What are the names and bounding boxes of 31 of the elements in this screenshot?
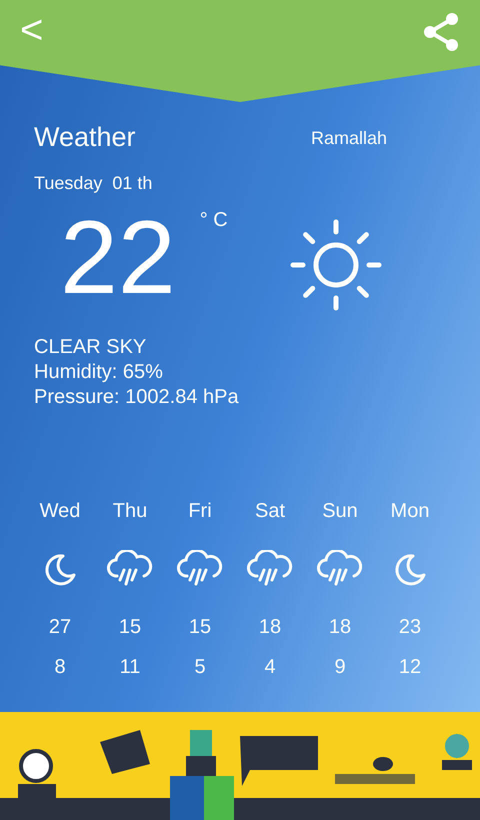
high-temperature: 18: [258, 614, 282, 640]
share-icon[interactable]: [422, 12, 460, 52]
low-temperature: 9: [334, 654, 346, 680]
low-temperature: 11: [120, 654, 140, 680]
day-label: Wed: [40, 498, 80, 524]
condition-text: CLEAR SKY: [34, 334, 146, 360]
unit-label: ° C: [200, 208, 228, 232]
city-name: Ramallah: [311, 127, 388, 150]
pressure-text: Pressure: 1002.84 hPa: [34, 384, 239, 410]
low-temperature: 5: [194, 654, 206, 680]
sun-icon: [290, 218, 382, 310]
low-temperature: 8: [54, 654, 66, 680]
weather-title: Weather: [34, 121, 137, 154]
humidity-text: Humidity: 65%: [34, 360, 163, 384]
high-temperature: 27: [48, 614, 72, 640]
high-temperature: 15: [188, 614, 212, 640]
day-label: Sun: [322, 498, 358, 524]
low-temperature: 4: [264, 654, 276, 680]
date-text: Tuesday 01 th: [34, 172, 152, 195]
day-label: Mon: [390, 498, 430, 524]
high-temperature: 18: [328, 614, 352, 640]
high-temperature: 23: [398, 614, 422, 640]
low-temperature: 12: [398, 654, 422, 680]
back-button[interactable]: <: [20, 10, 44, 50]
temperature-value: 22: [60, 202, 176, 312]
day-label: Sat: [254, 498, 286, 524]
high-temperature: 15: [118, 614, 142, 640]
day-label: Fri: [188, 498, 212, 524]
moon-icon: [393, 552, 427, 586]
moon-icon: [43, 552, 77, 586]
day-label: Thu: [112, 498, 148, 524]
